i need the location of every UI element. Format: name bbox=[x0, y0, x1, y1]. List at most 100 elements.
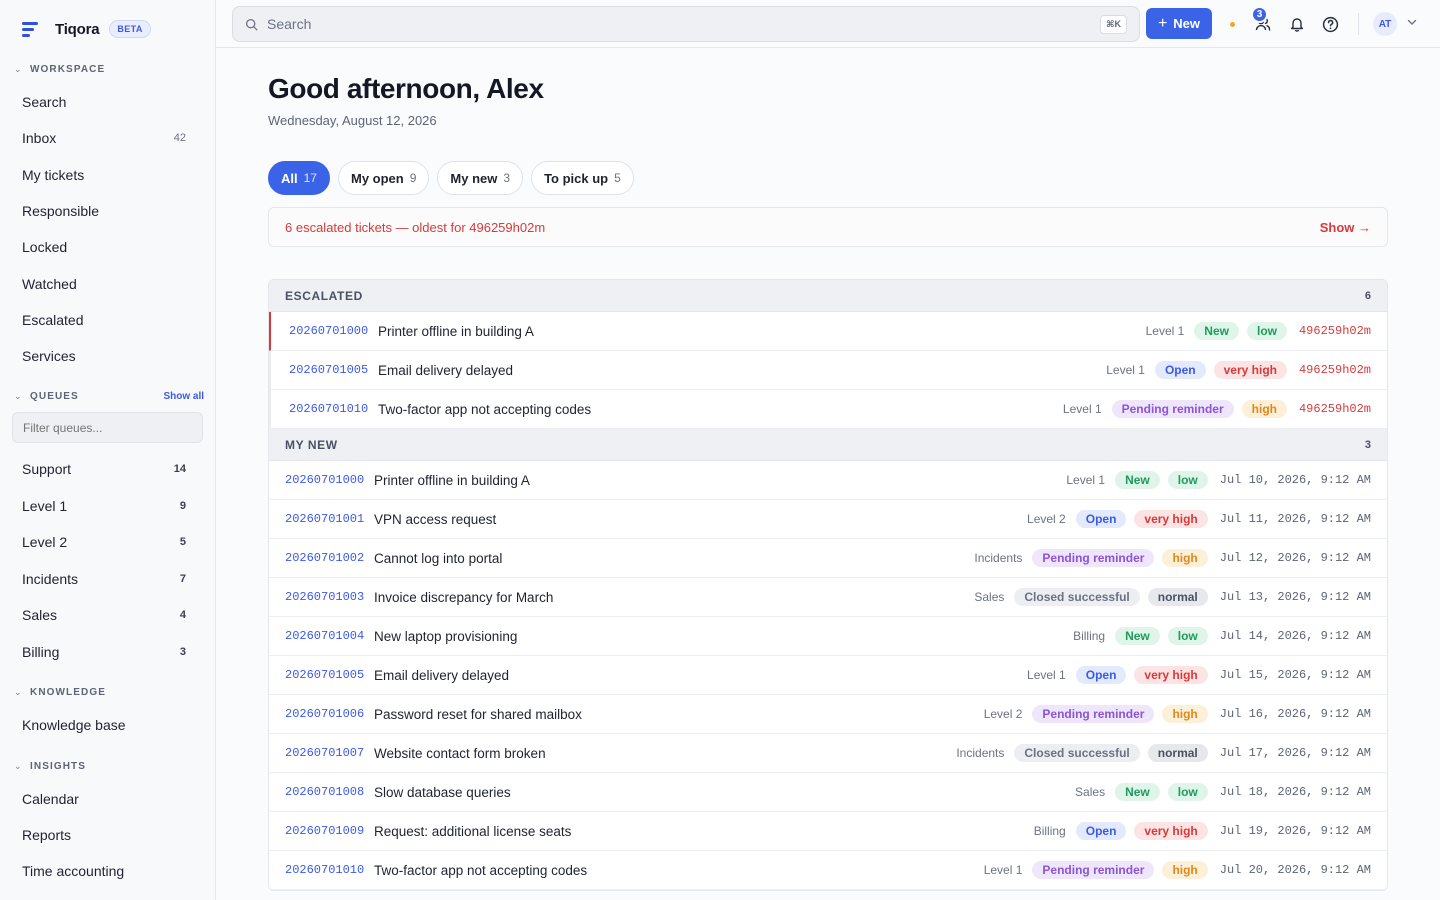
section-workspace[interactable]: ⌄ WORKSPACE bbox=[14, 62, 204, 76]
escalated-rows: 20260701000 Printer offline in building A… bbox=[269, 312, 1387, 429]
ticket-group: Sales bbox=[974, 590, 1005, 604]
ticket-number[interactable]: 20260701009 bbox=[285, 824, 374, 838]
section-knowledge[interactable]: ⌄ KNOWLEDGE bbox=[14, 685, 204, 699]
table-row[interactable]: 20260701007 Website contact form broken In… bbox=[269, 734, 1387, 773]
search-input[interactable]: Search ⌘K bbox=[232, 6, 1140, 42]
table-row[interactable]: 20260701005 Email delivery delayed Level 1… bbox=[269, 351, 1387, 390]
ticket-number[interactable]: 20260701010 bbox=[289, 402, 378, 416]
ticket-title[interactable]: Email delivery delayed bbox=[378, 363, 513, 378]
table-row[interactable]: 20260701001 VPN access request Level 2 Open… bbox=[269, 500, 1387, 539]
tab-all[interactable]: All 17 bbox=[268, 161, 330, 195]
show-escalated-link[interactable]: Show → bbox=[1320, 220, 1371, 235]
table-row[interactable]: 20260701002 Cannot log into portal Inciden… bbox=[269, 539, 1387, 578]
sidebar-item-escalated[interactable]: Escalated bbox=[8, 305, 200, 335]
table-row[interactable]: 20260701003 Invoice discrepancy for March… bbox=[269, 578, 1387, 617]
table-row[interactable]: 20260701000 Printer offline in building A… bbox=[269, 312, 1387, 351]
queue-item-billing[interactable]: Billing 3 bbox=[8, 637, 200, 667]
show-all-queues-link[interactable]: Show all bbox=[163, 391, 204, 402]
ticket-number[interactable]: 20260701005 bbox=[289, 363, 378, 377]
table-row[interactable]: 20260701005 Email delivery delayed Level 1… bbox=[269, 656, 1387, 695]
avatar[interactable]: AT bbox=[1373, 12, 1397, 36]
sidebar-item-reports[interactable]: Reports bbox=[8, 820, 200, 850]
table-row[interactable]: 20260701004 New laptop provisioning Billin… bbox=[269, 617, 1387, 656]
tab-my-new[interactable]: My new 3 bbox=[437, 161, 524, 195]
ticket-title[interactable]: Request: additional license seats bbox=[374, 824, 571, 839]
bell-icon[interactable] bbox=[1287, 14, 1307, 34]
sidebar-item-my-tickets[interactable]: My tickets bbox=[8, 160, 200, 190]
priority-badge: high bbox=[1241, 400, 1287, 418]
queue-item-label: Incidents bbox=[22, 571, 79, 587]
state-badge: Closed successful bbox=[1014, 744, 1140, 762]
tab-my-open[interactable]: My open 9 bbox=[337, 161, 430, 195]
sidebar-item-calendar[interactable]: Calendar bbox=[8, 784, 200, 814]
queue-item-support[interactable]: Support 14 bbox=[8, 454, 200, 484]
ticket-title[interactable]: VPN access request bbox=[374, 512, 496, 527]
section-insights[interactable]: ⌄ INSIGHTS bbox=[14, 759, 204, 773]
queue-item-level-2[interactable]: Level 2 5 bbox=[8, 527, 200, 557]
table-row[interactable]: 20260701010 Two-factor app not accepting … bbox=[269, 390, 1387, 429]
ticket-number[interactable]: 20260701010 bbox=[285, 863, 374, 877]
queue-filter-input[interactable] bbox=[12, 412, 203, 443]
ticket-title[interactable]: New laptop provisioning bbox=[374, 629, 517, 644]
ticket-title[interactable]: Slow database queries bbox=[374, 785, 511, 800]
queue-item-incidents[interactable]: Incidents 7 bbox=[8, 564, 200, 594]
ticket-title[interactable]: Printer offline in building A bbox=[374, 473, 530, 488]
queue-item-sales[interactable]: Sales 4 bbox=[8, 600, 200, 630]
brand[interactable]: Tiqora BETA bbox=[22, 18, 151, 40]
tab-label: To pick up bbox=[544, 170, 609, 186]
sidebar-item-responsible[interactable]: Responsible bbox=[8, 196, 200, 226]
ticket-number[interactable]: 20260701005 bbox=[285, 668, 374, 682]
tab-to-pick-up[interactable]: To pick up 5 bbox=[531, 161, 634, 195]
table-row[interactable]: 20260701010 Two-factor app not accepting … bbox=[269, 851, 1387, 890]
chevron-down-icon[interactable] bbox=[1406, 16, 1418, 28]
ticket-title[interactable]: Email delivery delayed bbox=[374, 668, 509, 683]
table-row[interactable]: 20260701006 Password reset for shared mai… bbox=[269, 695, 1387, 734]
group-count: 3 bbox=[1364, 438, 1371, 451]
ticket-number[interactable]: 20260701004 bbox=[285, 629, 374, 643]
ticket-number[interactable]: 20260701000 bbox=[289, 324, 378, 338]
ticket-group: Level 2 bbox=[983, 707, 1023, 721]
ticket-number[interactable]: 20260701008 bbox=[285, 785, 374, 799]
help-circle-icon[interactable] bbox=[1320, 14, 1340, 34]
priority-badge: very high bbox=[1134, 510, 1208, 528]
priority-badge: normal bbox=[1147, 744, 1208, 762]
ticket-title[interactable]: Cannot log into portal bbox=[374, 551, 502, 566]
sidebar-item-label: Time accounting bbox=[22, 863, 125, 879]
table-row[interactable]: 20260701000 Printer offline in building A… bbox=[269, 461, 1387, 500]
topbar: Search ⌘K + New 3 AT bbox=[216, 0, 1440, 48]
sidebar-item-time-accounting[interactable]: Time accounting bbox=[8, 856, 200, 886]
table-row[interactable]: 20260701008 Slow database queries Sales New… bbox=[269, 773, 1387, 812]
ticket-number[interactable]: 20260701003 bbox=[285, 590, 374, 604]
ticket-number[interactable]: 20260701006 bbox=[285, 707, 374, 721]
ticket-title[interactable]: Two-factor app not accepting codes bbox=[378, 402, 591, 417]
ticket-number[interactable]: 20260701007 bbox=[285, 746, 374, 760]
group-header-escalated: ESCALATED 6 bbox=[269, 280, 1387, 312]
table-row[interactable]: 20260701009 Request: additional license s… bbox=[269, 812, 1387, 851]
ticket-title[interactable]: Website contact form broken bbox=[374, 746, 546, 761]
priority-badge: low bbox=[1167, 783, 1208, 801]
sidebar-item-search[interactable]: Search bbox=[8, 87, 200, 117]
sidebar-item-inbox[interactable]: Inbox 42 bbox=[8, 123, 200, 153]
new-button[interactable]: + New bbox=[1146, 8, 1212, 39]
ticket-date: Jul 18, 2026, 9:12 AM bbox=[1219, 785, 1371, 799]
queue-item-level-1[interactable]: Level 1 9 bbox=[8, 491, 200, 521]
ticket-number[interactable]: 20260701000 bbox=[285, 473, 374, 487]
priority-badge: normal bbox=[1147, 588, 1208, 606]
ticket-title[interactable]: Printer offline in building A bbox=[378, 324, 534, 339]
sidebar-item-locked[interactable]: Locked bbox=[8, 232, 200, 262]
ticket-number[interactable]: 20260701001 bbox=[285, 512, 374, 526]
sidebar-item-knowledge-base[interactable]: Knowledge base bbox=[8, 710, 200, 740]
sidebar-item-watched[interactable]: Watched bbox=[8, 269, 200, 299]
escalation-alert: 6 escalated tickets — oldest for 496259h… bbox=[268, 207, 1388, 247]
main-content: Good afternoon, Alex Wednesday, August 1… bbox=[216, 49, 1440, 900]
ticket-number[interactable]: 20260701002 bbox=[285, 551, 374, 565]
ticket-title[interactable]: Invoice discrepancy for March bbox=[374, 590, 553, 605]
alert-text: 6 escalated tickets — oldest for 496259h… bbox=[285, 219, 546, 235]
sidebar-item-services[interactable]: Services bbox=[8, 341, 200, 371]
filter-tabs: All 17 My open 9 My new 3 To pick up 5 bbox=[268, 161, 634, 195]
ticket-title[interactable]: Password reset for shared mailbox bbox=[374, 707, 582, 722]
current-date: Wednesday, August 12, 2026 bbox=[268, 113, 437, 128]
section-queues[interactable]: ⌄ QUEUES Show all bbox=[14, 389, 204, 403]
ticket-title[interactable]: Two-factor app not accepting codes bbox=[374, 863, 587, 878]
group-label: ESCALATED bbox=[285, 288, 363, 303]
